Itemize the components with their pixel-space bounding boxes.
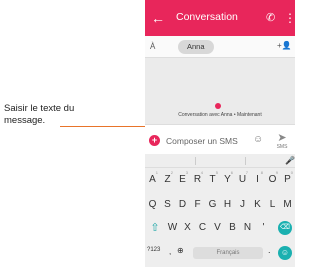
comma-key[interactable]: ,	[169, 247, 171, 256]
key-y[interactable]: Y6	[221, 170, 234, 189]
key-d[interactable]: D	[176, 196, 189, 214]
delete-key-icon[interactable]: ⌫	[278, 221, 292, 235]
recipient-label: À	[150, 42, 156, 51]
emoji-icon[interactable]: ☺	[253, 134, 263, 145]
keyboard-row-3: ⇧ W X C V B N ' ⌫	[145, 219, 295, 237]
key-o[interactable]: O9	[266, 170, 279, 189]
emoji-key-icon[interactable]: ☺	[278, 246, 292, 260]
shift-key-icon[interactable]: ⇧	[148, 219, 162, 237]
recipient-row: À Anna +👤	[145, 36, 295, 58]
send-icon[interactable]: ➤	[273, 131, 291, 144]
key-m[interactable]: M	[281, 196, 294, 214]
callout-label: Saisir le texte du message.	[4, 103, 75, 126]
compose-bar: + Composer un SMS ☺ ➤ SMS	[145, 124, 295, 154]
suggestion-bar: 🎤	[145, 154, 295, 168]
key-b[interactable]: B	[226, 219, 239, 237]
key-g[interactable]: G	[206, 196, 219, 214]
key-s[interactable]: S	[161, 196, 174, 214]
key-q[interactable]: Q	[146, 196, 159, 214]
key-u[interactable]: U7	[236, 170, 249, 189]
add-contact-icon[interactable]: +👤	[277, 41, 292, 50]
key-p[interactable]: P0	[281, 170, 294, 189]
key-c[interactable]: C	[196, 219, 209, 237]
more-options-icon[interactable]: ⋮	[284, 10, 295, 26]
key-r[interactable]: R4	[191, 170, 204, 189]
key-i[interactable]: I8	[251, 170, 264, 189]
recipient-chip[interactable]: Anna	[178, 40, 214, 54]
key-l[interactable]: L	[266, 196, 279, 214]
key-k[interactable]: K	[251, 196, 264, 214]
key-j[interactable]: J	[236, 196, 249, 214]
mic-icon[interactable]: 🎤	[285, 156, 295, 165]
key-v[interactable]: V	[211, 219, 224, 237]
message-input[interactable]: Composer un SMS	[166, 136, 238, 146]
key-e[interactable]: E3	[176, 170, 189, 189]
key-w[interactable]: W	[166, 219, 179, 237]
keyboard-row-2: Q S D F G H J K L M	[145, 196, 295, 214]
page-title: Conversation	[176, 11, 238, 23]
key-f[interactable]: F	[191, 196, 204, 214]
key-z[interactable]: Z2	[161, 170, 174, 189]
space-key[interactable]: Français	[193, 247, 263, 259]
key-a[interactable]: A1	[146, 170, 159, 189]
suggestion-divider	[195, 157, 196, 165]
symbols-key[interactable]: ?123	[147, 247, 160, 253]
app-bar: ← Conversation ✆ ⋮	[145, 0, 295, 36]
keyboard-row-1: A1 Z2 E3 R4 T5 Y6 U7 I8 O9 P0	[145, 170, 295, 189]
key-h[interactable]: H	[221, 196, 234, 214]
attach-icon[interactable]: +	[149, 135, 160, 146]
message-status-icon	[215, 103, 221, 109]
key-n[interactable]: N	[241, 219, 254, 237]
globe-icon[interactable]: ⊕	[177, 246, 184, 255]
conversation-info: Conversation avec Anna • Maintenant	[178, 112, 262, 118]
conversation-area: Conversation avec Anna • Maintenant	[145, 58, 295, 124]
phone-screen: ← Conversation ✆ ⋮ À Anna +👤 Conversatio…	[145, 0, 295, 267]
call-icon[interactable]: ✆	[266, 11, 278, 25]
send-sms-label: SMS	[276, 144, 288, 150]
period-key[interactable]: .	[268, 245, 271, 255]
keyboard: 🎤 A1 Z2 E3 R4 T5 Y6 U7 I8 O9 P0 Q S D F …	[145, 154, 295, 267]
back-arrow-icon[interactable]: ←	[151, 10, 165, 26]
key-apostrophe[interactable]: '	[257, 219, 270, 237]
key-x[interactable]: X	[181, 219, 194, 237]
key-t[interactable]: T5	[206, 170, 219, 189]
keyboard-row-4: ?123 , ⊕ Français . ☺	[145, 244, 295, 262]
suggestion-divider	[245, 157, 246, 165]
